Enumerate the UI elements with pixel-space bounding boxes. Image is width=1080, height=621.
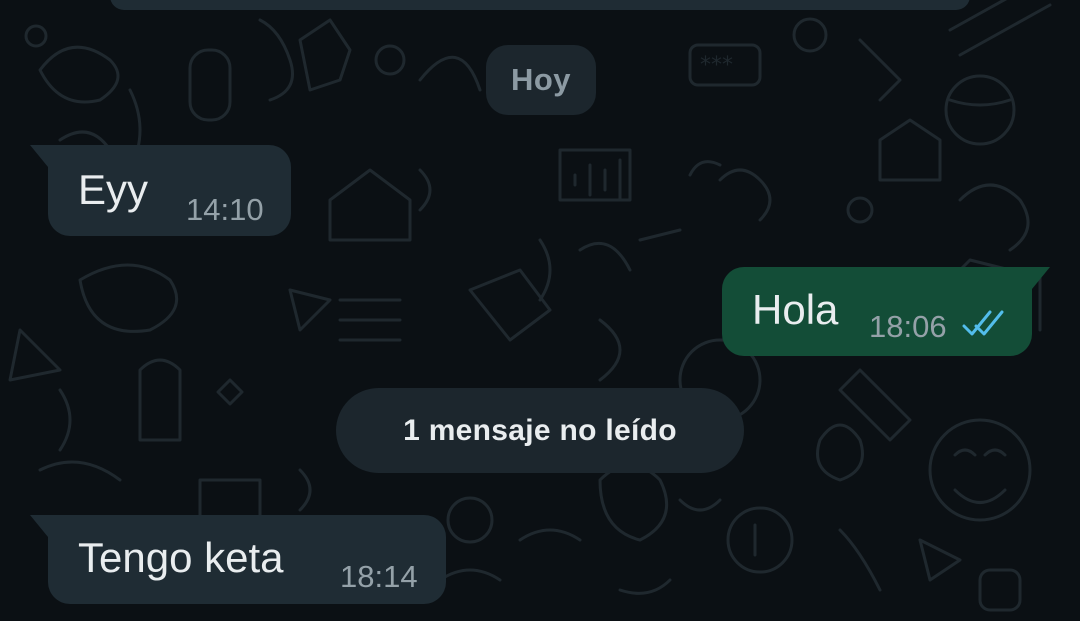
message-text: Tengo keta <box>78 534 284 581</box>
bubble-tail <box>1032 267 1050 289</box>
date-separator-chip: Hoy <box>486 45 596 115</box>
message-time: 18:06 <box>869 309 947 344</box>
message-text: Hola <box>752 286 839 333</box>
message-time: 18:14 <box>340 559 418 594</box>
incoming-message-bubble[interactable]: Eyy 14:10 <box>30 145 291 236</box>
bubble-tail <box>30 515 48 537</box>
chat-view[interactable]: *** Hoy Eyy 14:10 Hola 18:06 1 mensaje n… <box>0 0 1080 621</box>
date-separator-label: Hoy <box>510 62 572 97</box>
double-check-read-icon <box>962 310 1004 336</box>
bubble-tail <box>30 145 48 167</box>
unread-messages-banner: 1 mensaje no leído <box>336 388 744 473</box>
svg-text:***: *** <box>700 53 733 78</box>
message-time: 14:10 <box>186 192 264 227</box>
unread-messages-label: 1 mensaje no leído <box>403 413 677 447</box>
previous-message-bubble <box>110 0 970 10</box>
incoming-message-bubble[interactable]: Tengo keta 18:14 <box>30 515 446 604</box>
message-text: Eyy <box>78 166 149 213</box>
outgoing-message-bubble[interactable]: Hola 18:06 <box>722 267 1050 356</box>
